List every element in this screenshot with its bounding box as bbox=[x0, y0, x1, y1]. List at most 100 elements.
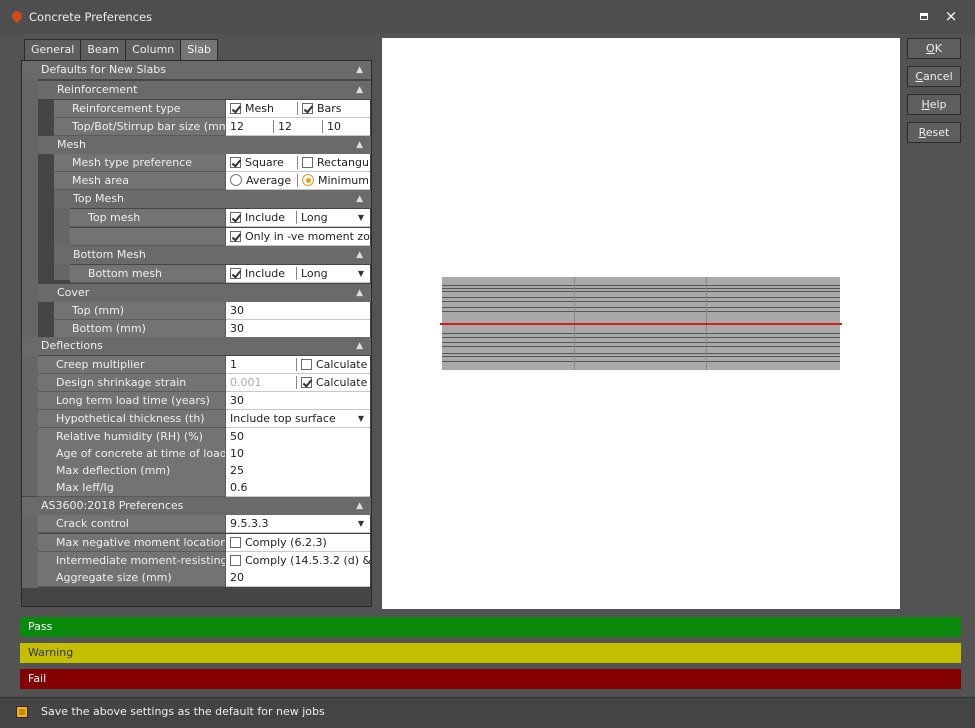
collapse-icon[interactable]: ▲ bbox=[356, 284, 363, 302]
checkbox[interactable] bbox=[230, 555, 241, 566]
neutral-axis-line bbox=[440, 323, 842, 325]
prop-max-ieff: Max Ieff/Ig 0.6 bbox=[22, 479, 371, 497]
help-button[interactable]: Help bbox=[907, 94, 961, 115]
tab-beam[interactable]: Beam bbox=[80, 39, 127, 60]
checkbox[interactable] bbox=[302, 103, 313, 114]
app-logo-icon bbox=[9, 8, 25, 24]
ok-button[interactable]: OK bbox=[907, 38, 961, 59]
collapse-icon[interactable]: ▲ bbox=[356, 337, 363, 355]
prop-reinforcement-type: Reinforcement type Mesh Bars bbox=[22, 100, 371, 118]
collapse-icon[interactable]: ▲ bbox=[356, 136, 363, 154]
prop-value[interactable]: Include Long ▼ bbox=[226, 265, 370, 283]
fail-status-bar: Fail bbox=[20, 669, 961, 689]
prop-value[interactable]: Comply (6.2.3) bbox=[226, 534, 370, 552]
category-defaults[interactable]: Defaults for New Slabs ▲ bbox=[22, 61, 371, 79]
prop-value[interactable]: 1 Calculate bbox=[226, 356, 370, 374]
prop-label-empty bbox=[70, 228, 226, 246]
category-label: Cover bbox=[57, 286, 90, 299]
hypothetical-select[interactable]: Include top surface bbox=[230, 410, 336, 427]
include-option: Include bbox=[245, 211, 286, 224]
prop-label: Reinforcement type bbox=[54, 100, 226, 118]
collapse-icon[interactable]: ▲ bbox=[356, 497, 363, 515]
prop-label: Relative humidity (RH) (%) bbox=[38, 428, 226, 446]
tab-column[interactable]: Column bbox=[125, 39, 182, 60]
collapse-icon[interactable]: ▲ bbox=[356, 61, 363, 79]
prop-label: Design shrinkage strain bbox=[38, 374, 226, 392]
checkbox[interactable] bbox=[302, 157, 313, 168]
prop-value[interactable]: 0.6 bbox=[226, 479, 370, 497]
prop-value[interactable]: Average Minimum bbox=[226, 172, 370, 190]
tab-slab[interactable]: Slab bbox=[180, 39, 219, 61]
prop-value[interactable]: 9.5.3.3 ▼ bbox=[226, 515, 370, 533]
prop-value[interactable]: 30 bbox=[226, 302, 370, 320]
bot-bar-value[interactable]: 12 bbox=[278, 118, 292, 135]
prop-value[interactable]: 10 bbox=[226, 445, 370, 463]
checkbox[interactable] bbox=[230, 231, 241, 242]
average-option: Average bbox=[246, 174, 292, 187]
checkbox[interactable] bbox=[301, 359, 312, 370]
checkbox[interactable] bbox=[230, 537, 241, 548]
prop-max-deflection: Max deflection (mm) 25 bbox=[22, 462, 371, 480]
reset-button[interactable]: Reset bbox=[907, 122, 961, 143]
radio-button[interactable] bbox=[302, 174, 314, 186]
prop-value[interactable]: Square Rectangula bbox=[226, 154, 370, 172]
category-mesh[interactable]: Mesh ▲ bbox=[38, 136, 371, 154]
calculate-option: Calculate bbox=[316, 376, 368, 389]
category-label: Top Mesh bbox=[73, 192, 125, 205]
prop-value[interactable]: Include Long ▼ bbox=[226, 209, 370, 227]
prop-bar-size: Top/Bot/Stirrup bar size (mm) 12 12 10 bbox=[22, 118, 371, 136]
prop-value[interactable]: 12 12 10 bbox=[226, 118, 370, 136]
maximize-icon[interactable] bbox=[916, 8, 932, 24]
prop-value[interactable]: 30 bbox=[226, 320, 370, 338]
dropdown-arrow-icon[interactable]: ▼ bbox=[358, 410, 364, 427]
category-bottom-mesh[interactable]: Bottom Mesh ▲ bbox=[54, 246, 371, 264]
prop-aggregate: Aggregate size (mm) 20 bbox=[22, 569, 371, 587]
tab-general[interactable]: General bbox=[24, 39, 82, 60]
collapse-icon[interactable]: ▲ bbox=[356, 246, 363, 264]
prop-label: Top mesh bbox=[70, 209, 226, 227]
checkbox[interactable] bbox=[301, 377, 312, 388]
checkbox[interactable] bbox=[230, 157, 241, 168]
mesh-type-select[interactable]: Long bbox=[301, 209, 328, 226]
crack-control-select[interactable]: 9.5.3.3 bbox=[230, 515, 268, 532]
prop-value[interactable]: Include top surface ▼ bbox=[226, 410, 370, 428]
prop-value[interactable]: Only in -ve moment zones bbox=[226, 228, 370, 246]
category-cover[interactable]: Cover ▲ bbox=[38, 284, 371, 302]
prop-value[interactable]: 50 bbox=[226, 428, 370, 446]
prop-value[interactable]: Mesh Bars bbox=[226, 100, 370, 118]
save-default-label[interactable]: Save the above settings as the default f… bbox=[41, 705, 325, 718]
prop-value[interactable]: 30 bbox=[226, 392, 370, 410]
dropdown-arrow-icon[interactable]: ▼ bbox=[358, 265, 364, 282]
prop-value[interactable]: Comply (14.5.3.2 (d) & (e bbox=[226, 552, 370, 570]
category-reinforcement[interactable]: Reinforcement ▲ bbox=[38, 81, 371, 99]
comply-option: Comply (6.2.3) bbox=[245, 536, 327, 549]
mesh-type-select[interactable]: Long bbox=[301, 265, 328, 282]
dropdown-arrow-icon[interactable]: ▼ bbox=[358, 515, 364, 532]
category-deflections[interactable]: Deflections ▲ bbox=[22, 337, 371, 355]
creep-value[interactable]: 1 bbox=[230, 356, 237, 373]
prop-label: Max negative moment location bbox=[38, 534, 226, 552]
prop-top-mesh-only-neg: Only in -ve moment zones bbox=[22, 228, 371, 246]
checkbox[interactable] bbox=[230, 103, 241, 114]
category-top-mesh[interactable]: Top Mesh ▲ bbox=[54, 190, 371, 208]
prop-value[interactable]: 25 bbox=[226, 462, 370, 480]
checkbox[interactable] bbox=[230, 268, 241, 279]
category-as3600[interactable]: AS3600:2018 Preferences ▲ bbox=[22, 497, 371, 515]
cancel-button[interactable]: Cancel bbox=[907, 66, 961, 87]
close-icon[interactable]: × bbox=[943, 8, 959, 24]
prop-intermediate: Intermediate moment-resisting f... Compl… bbox=[22, 552, 371, 570]
category-label: AS3600:2018 Preferences bbox=[41, 499, 184, 512]
collapse-icon[interactable]: ▲ bbox=[356, 81, 363, 99]
prop-value[interactable]: 20 bbox=[226, 569, 370, 587]
prop-label: Bottom (mm) bbox=[54, 320, 226, 338]
save-default-checkbox[interactable] bbox=[16, 706, 28, 718]
radio-button[interactable] bbox=[230, 174, 242, 186]
pass-status-bar: Pass bbox=[20, 617, 961, 637]
prop-bottom-mesh: Bottom mesh Include Long ▼ bbox=[22, 265, 371, 283]
top-bar-value[interactable]: 12 bbox=[230, 118, 244, 135]
collapse-icon[interactable]: ▲ bbox=[356, 190, 363, 208]
dropdown-arrow-icon[interactable]: ▼ bbox=[358, 209, 364, 226]
stirrup-bar-value[interactable]: 10 bbox=[327, 118, 341, 135]
checkbox[interactable] bbox=[230, 212, 241, 223]
prop-value[interactable]: 0.001 Calculate bbox=[226, 374, 370, 392]
